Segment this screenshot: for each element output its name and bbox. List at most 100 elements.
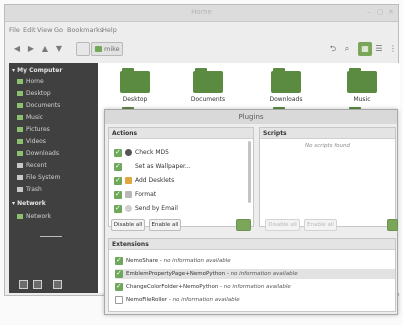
extension-item-nemo-file-roller[interactable]: NemoFileRoller - no information availabl… [115, 295, 395, 305]
plugins-dialog: Plugins Actions Check MD5 Set as Wallpap… [104, 109, 398, 315]
music-folder-icon[interactable] [347, 68, 377, 93]
menu-view[interactable]: View [37, 26, 52, 34]
tree-view-icon[interactable] [33, 280, 42, 289]
window-title: Home [191, 8, 212, 16]
menu-go[interactable]: Go [54, 26, 63, 34]
capacity-bar [40, 236, 62, 237]
scripts-enable-all-button[interactable]: Enable all [304, 219, 337, 231]
pictures-icon [17, 127, 23, 132]
sidebar-item-downloads[interactable]: Downloads [17, 149, 95, 159]
action-item-check-md5[interactable]: Check MD5 [114, 147, 244, 158]
sidebar-section-my-computer[interactable]: ▾ My Computer [12, 67, 62, 74]
maximize-icon[interactable]: ▢ [377, 8, 384, 16]
back-arrow-icon[interactable]: ◀ [11, 42, 23, 56]
action-item-add-desklets[interactable]: Add Desklets [114, 175, 244, 186]
menu-bookmarks[interactable]: Bookmarks [67, 26, 103, 34]
down-arrow-icon[interactable]: ▼ [53, 42, 65, 56]
actions-scrollbar[interactable] [248, 141, 251, 203]
places-view-icon[interactable] [19, 280, 28, 289]
sidebar-item-network[interactable]: Network [17, 212, 95, 222]
title-bar: Home – ▢ ✕ [5, 5, 398, 22]
desktop-icon [17, 91, 23, 96]
email-icon [125, 205, 132, 212]
actions-enable-all-button[interactable]: Enable all [149, 219, 181, 231]
sidebar-item-trash[interactable]: Trash [17, 185, 95, 195]
md5-icon [125, 149, 132, 156]
downloads-folder-icon[interactable] [271, 68, 301, 93]
action-item-send-by-email[interactable]: Send by Email [114, 203, 244, 214]
checkbox-change-color-folder[interactable] [115, 281, 123, 291]
dialog-title: Plugins [105, 110, 397, 124]
extensions-pane: Extensions NemoShare - no information av… [108, 238, 396, 312]
home-icon [17, 79, 23, 84]
up-arrow-icon[interactable]: ▲ [39, 42, 51, 56]
minimize-icon[interactable]: – [367, 8, 371, 16]
forward-arrow-icon[interactable]: ▶ [25, 42, 37, 56]
actions-header: Actions [109, 128, 253, 139]
toolbar: ◀ ▶ ▲ ▼ mike ⮌ ⌕ ▦ ☰ ⋮ [5, 38, 398, 60]
breadcrumb-label: mike [104, 45, 120, 53]
trash-icon [17, 187, 23, 192]
desklet-icon [125, 177, 132, 184]
sidebar-item-home[interactable]: Home [17, 77, 95, 87]
extension-item-emblem-property-page[interactable]: EmblemPropertyPage+NemoPython - no infor… [115, 268, 395, 279]
go-up-icon[interactable]: ⮌ [326, 42, 340, 56]
icon-view-icon[interactable]: ▦ [358, 42, 372, 56]
screen: Home – ▢ ✕ File Edit View Go Bookmarks H… [0, 0, 403, 325]
home-folder-icon [95, 46, 102, 52]
checkbox-emblem-property-page[interactable] [115, 268, 123, 278]
scripts-disable-all-button[interactable]: Disable all [265, 219, 300, 231]
menu-help[interactable]: Help [102, 26, 117, 34]
documents-folder-icon[interactable] [193, 68, 223, 93]
downloads-icon [17, 151, 23, 156]
list-view-icon[interactable]: ☰ [372, 42, 386, 56]
folder-label-documents[interactable]: Documents [178, 96, 238, 103]
folder-label-downloads[interactable]: Downloads [256, 96, 316, 103]
checkbox-nemo-file-roller[interactable] [115, 296, 123, 304]
extension-item-nemoshare[interactable]: NemoShare - no information available [115, 255, 395, 266]
documents-icon [17, 103, 23, 108]
scripts-pane: Scripts No scripts found [259, 127, 396, 227]
menu-edit[interactable]: Edit [23, 26, 36, 34]
scripts-header: Scripts [260, 128, 395, 139]
actions-pane: Actions Check MD5 Set as Wallpaper... Ad… [108, 127, 254, 227]
checkbox-send-by-email[interactable] [114, 203, 122, 213]
checkbox-set-wallpaper[interactable] [114, 161, 122, 171]
network-icon [17, 214, 23, 219]
action-item-set-wallpaper[interactable]: Set as Wallpaper... [114, 161, 244, 172]
sidebar-item-file-system[interactable]: File System [17, 173, 95, 183]
checkbox-nemoshare[interactable] [115, 255, 123, 265]
music-icon [17, 115, 23, 120]
sidebar-item-pictures[interactable]: Pictures [17, 125, 95, 135]
actions-disable-all-button[interactable]: Disable all [111, 219, 145, 231]
checkbox-format[interactable] [114, 189, 122, 199]
menu-file[interactable]: File [9, 26, 20, 34]
extension-item-change-color-folder[interactable]: ChangeColorFolder+NemoPython - no inform… [115, 281, 395, 292]
videos-icon [17, 139, 23, 144]
format-drive-icon [125, 191, 132, 198]
menu-bar: File Edit View Go Bookmarks Help [5, 23, 398, 37]
sidebar-item-desktop[interactable]: Desktop [17, 89, 95, 99]
compact-view-icon[interactable]: ⋮ [386, 42, 400, 56]
scripts-settings-button[interactable] [387, 219, 398, 231]
action-item-format[interactable]: Format [114, 189, 244, 200]
path-toggle-button[interactable] [76, 42, 90, 56]
desktop-folder-icon[interactable] [120, 68, 150, 93]
sidebar-item-documents[interactable]: Documents [17, 101, 95, 111]
close-icon[interactable]: ✕ [388, 8, 394, 16]
checkbox-add-desklets[interactable] [114, 175, 122, 185]
sidebar: ▾ My Computer Home Desktop Documents Mus… [9, 63, 98, 293]
sidebar-item-music[interactable]: Music [17, 113, 95, 123]
extensions-header: Extensions [109, 239, 395, 250]
sidebar-item-videos[interactable]: Videos [17, 137, 95, 147]
close-sidebar-icon[interactable] [53, 280, 62, 289]
sidebar-section-network[interactable]: ▾ Network [12, 200, 46, 207]
scripts-empty-message: No scripts found [305, 143, 350, 149]
breadcrumb-home[interactable]: mike [91, 42, 123, 56]
checkbox-check-md5[interactable] [114, 147, 122, 157]
folder-label-desktop[interactable]: Desktop [105, 96, 165, 103]
search-icon[interactable]: ⌕ [340, 42, 354, 56]
sidebar-item-recent[interactable]: Recent [17, 161, 95, 171]
actions-settings-button[interactable] [236, 219, 251, 231]
folder-label-music[interactable]: Music [332, 96, 392, 103]
